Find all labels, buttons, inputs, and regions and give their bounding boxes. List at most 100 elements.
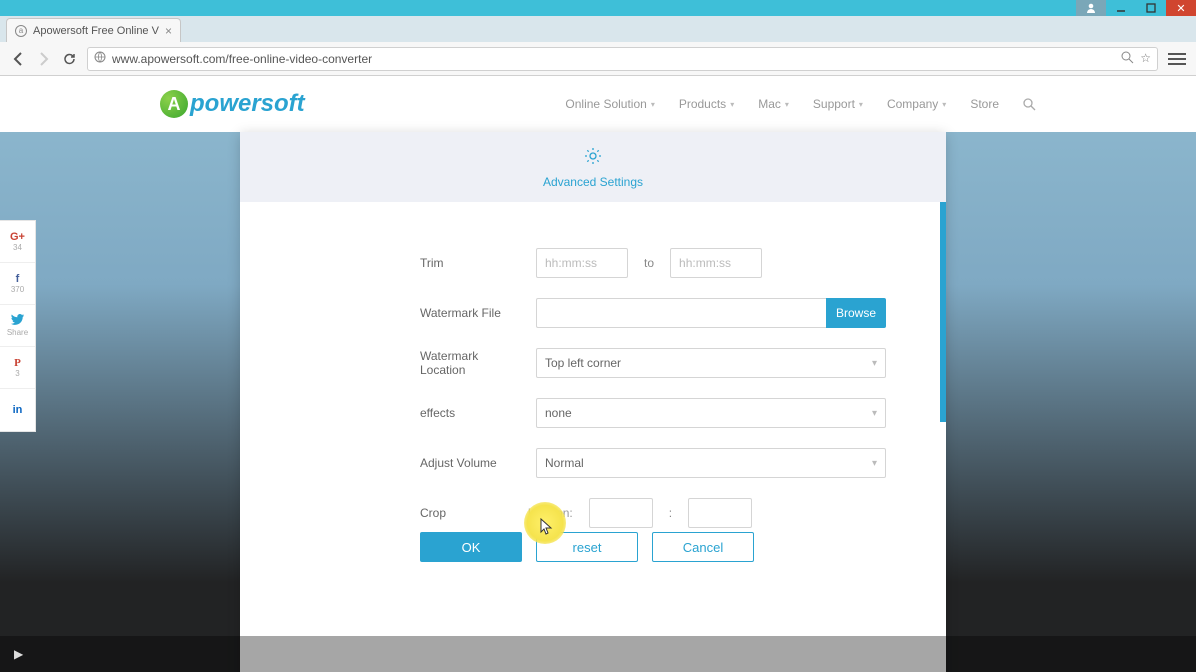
adjust-volume-row: Adjust Volume Normal ▾ bbox=[420, 448, 886, 478]
scrollbar-thumb[interactable] bbox=[940, 202, 946, 422]
share-twitter[interactable]: Share bbox=[0, 305, 35, 347]
url-text: www.apowersoft.com/free-online-video-con… bbox=[112, 52, 372, 66]
minimize-icon bbox=[1116, 3, 1126, 13]
gplus-icon: G+ bbox=[10, 231, 25, 243]
arrow-left-icon bbox=[10, 51, 26, 67]
cancel-button[interactable]: Cancel bbox=[652, 532, 754, 562]
tab-close-icon[interactable]: × bbox=[165, 24, 172, 38]
zoom-icon[interactable] bbox=[1121, 51, 1134, 67]
maximize-icon bbox=[1146, 3, 1156, 13]
linkedin-icon: in bbox=[13, 404, 23, 416]
site-nav: Online Solution▾ Products▾ Mac▾ Support▾… bbox=[565, 97, 1036, 111]
modal-body: Trim to Watermark File Browse Waterma bbox=[240, 202, 946, 672]
watermark-file-input[interactable] bbox=[536, 298, 826, 328]
facebook-icon: f bbox=[16, 273, 20, 285]
maximize-button[interactable] bbox=[1136, 0, 1166, 16]
crop-row: Crop location: : bbox=[420, 498, 886, 528]
search-icon[interactable] bbox=[1023, 98, 1036, 111]
chevron-down-icon: ▾ bbox=[730, 100, 734, 109]
chevron-down-icon: ▾ bbox=[942, 100, 946, 109]
nav-mac[interactable]: Mac▾ bbox=[758, 97, 789, 111]
nav-store[interactable]: Store bbox=[970, 97, 999, 111]
ok-button[interactable]: OK bbox=[420, 532, 522, 562]
crop-separator: : bbox=[669, 506, 672, 520]
chevron-down-icon: ▾ bbox=[859, 100, 863, 109]
watermark-file-picker: Browse bbox=[536, 298, 886, 328]
browse-button[interactable]: Browse bbox=[826, 298, 886, 328]
to-label: to bbox=[644, 256, 654, 270]
chevron-down-icon: ▾ bbox=[872, 458, 877, 469]
share-linkedin[interactable]: in bbox=[0, 389, 35, 431]
chevron-down-icon: ▾ bbox=[785, 100, 789, 109]
advanced-settings-modal: Advanced Settings Trim to Watermark File bbox=[240, 132, 946, 672]
volume-select[interactable]: Normal ▾ bbox=[536, 448, 886, 478]
volume-value: Normal bbox=[545, 456, 584, 470]
menu-button[interactable] bbox=[1168, 53, 1186, 65]
effects-select[interactable]: none ▾ bbox=[536, 398, 886, 428]
nav-online-solution[interactable]: Online Solution▾ bbox=[565, 97, 654, 111]
video-controls-bar: ▶ bbox=[0, 636, 1196, 672]
watermark-location-row: Watermark Location Top left corner ▾ bbox=[420, 348, 886, 378]
watermark-location-select[interactable]: Top left corner ▾ bbox=[536, 348, 886, 378]
share-pinterest[interactable]: P3 bbox=[0, 347, 35, 389]
close-icon: ✕ bbox=[1176, 2, 1185, 15]
gear-icon bbox=[583, 146, 603, 171]
reset-button[interactable]: reset bbox=[536, 532, 638, 562]
browser-tab[interactable]: a Apowersoft Free Online V × bbox=[6, 18, 181, 42]
share-gplus[interactable]: G+34 bbox=[0, 221, 35, 263]
browser-toolbar: www.apowersoft.com/free-online-video-con… bbox=[0, 42, 1196, 76]
crop-x-input[interactable] bbox=[589, 498, 653, 528]
watermark-file-label: Watermark File bbox=[420, 306, 520, 320]
share-facebook[interactable]: f370 bbox=[0, 263, 35, 305]
location-label: location: bbox=[528, 506, 573, 520]
arrow-right-icon bbox=[36, 51, 52, 67]
site-header: A powersoft Online Solution▾ Products▾ M… bbox=[0, 76, 1196, 132]
page-viewport: A powersoft Online Solution▾ Products▾ M… bbox=[0, 76, 1196, 672]
close-button[interactable]: ✕ bbox=[1166, 0, 1196, 16]
user-account-button[interactable] bbox=[1076, 0, 1106, 16]
pinterest-icon: P bbox=[14, 357, 21, 369]
watermark-file-row: Watermark File Browse bbox=[420, 298, 886, 328]
trim-row: Trim to bbox=[420, 248, 886, 278]
globe-icon bbox=[94, 51, 106, 66]
nav-products[interactable]: Products▾ bbox=[679, 97, 734, 111]
trim-end-input[interactable] bbox=[670, 248, 762, 278]
gplus-count: 34 bbox=[13, 243, 22, 252]
twitter-icon bbox=[11, 314, 24, 328]
window-titlebar: ✕ bbox=[0, 0, 1196, 16]
star-icon[interactable]: ☆ bbox=[1140, 51, 1151, 67]
minimize-button[interactable] bbox=[1106, 0, 1136, 16]
play-icon[interactable]: ▶ bbox=[14, 647, 23, 661]
trim-label: Trim bbox=[420, 256, 520, 270]
adjust-volume-label: Adjust Volume bbox=[420, 456, 520, 470]
nav-company[interactable]: Company▾ bbox=[887, 97, 946, 111]
user-icon bbox=[1085, 2, 1097, 14]
hamburger-icon bbox=[1168, 53, 1186, 55]
back-button[interactable] bbox=[10, 51, 26, 67]
chevron-down-icon: ▾ bbox=[872, 408, 877, 419]
watermark-location-value: Top left corner bbox=[545, 356, 621, 370]
reload-icon bbox=[62, 51, 77, 66]
modal-header: Advanced Settings bbox=[240, 132, 946, 202]
fb-count: 370 bbox=[11, 285, 24, 294]
effects-row: effects none ▾ bbox=[420, 398, 886, 428]
chevron-down-icon: ▾ bbox=[651, 100, 655, 109]
reload-button[interactable] bbox=[62, 51, 77, 66]
trim-start-input[interactable] bbox=[536, 248, 628, 278]
watermark-location-label: Watermark Location bbox=[420, 349, 520, 377]
modal-title: Advanced Settings bbox=[543, 175, 643, 189]
site-logo[interactable]: A powersoft bbox=[160, 90, 305, 118]
chevron-down-icon: ▾ bbox=[872, 358, 877, 369]
settings-form: Trim to Watermark File Browse Waterma bbox=[240, 248, 946, 528]
modal-buttons: OK reset Cancel bbox=[240, 532, 946, 562]
forward-button[interactable] bbox=[36, 51, 52, 67]
favicon-icon: a bbox=[15, 25, 27, 37]
effects-value: none bbox=[545, 406, 572, 420]
nav-support[interactable]: Support▾ bbox=[813, 97, 863, 111]
tab-strip: a Apowersoft Free Online V × bbox=[0, 16, 1196, 42]
tw-label: Share bbox=[7, 328, 28, 337]
crop-y-input[interactable] bbox=[688, 498, 752, 528]
social-share-bar: G+34 f370 Share P3 in bbox=[0, 220, 36, 432]
address-bar[interactable]: www.apowersoft.com/free-online-video-con… bbox=[87, 47, 1158, 71]
browser-window: a Apowersoft Free Online V × www.apowers… bbox=[0, 16, 1196, 672]
